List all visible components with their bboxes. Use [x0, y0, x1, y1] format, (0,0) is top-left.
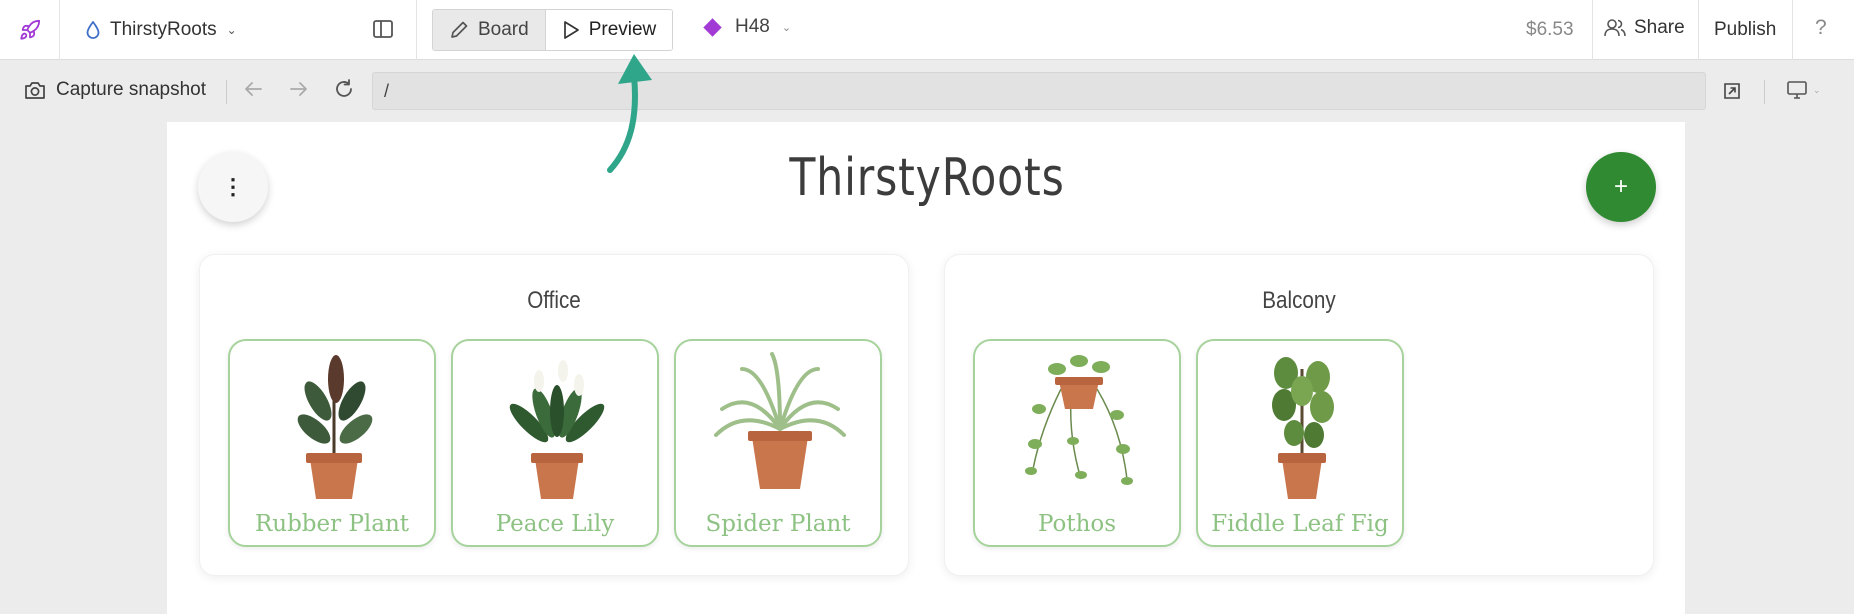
divider	[1792, 0, 1793, 60]
back-arrow-icon[interactable]	[242, 78, 264, 100]
camera-icon	[25, 82, 45, 99]
branch-selector[interactable]: H48 ⌄	[703, 16, 792, 38]
pothos-image	[1025, 355, 1133, 485]
help-button[interactable]: ?	[1815, 16, 1827, 40]
add-plant-button[interactable]: +	[1586, 152, 1656, 222]
capture-snapshot-button[interactable]: Capture snapshot	[24, 79, 206, 101]
spider-plant-image	[714, 352, 846, 489]
plant-name: Spider Plant	[705, 511, 851, 537]
tab-board[interactable]: Board	[433, 10, 545, 50]
rocket-icon	[19, 19, 40, 40]
plant-card-pothos[interactable]: Pothos	[973, 339, 1181, 547]
project-name: ThirstyRoots	[110, 18, 217, 40]
tab-preview[interactable]: Preview	[544, 10, 673, 50]
open-external-icon[interactable]	[1722, 81, 1742, 101]
fiddle-leaf-fig-image	[1272, 357, 1334, 499]
branch-name: H48	[735, 16, 770, 37]
credit-balance: $6.53	[1526, 19, 1574, 40]
divider	[226, 80, 227, 104]
group-balcony: Balcony Pothos Fiddle Leaf Fig	[944, 254, 1654, 576]
url-input[interactable]: /	[372, 72, 1706, 110]
home-button[interactable]	[0, 0, 60, 60]
tab-board-label: Board	[478, 19, 529, 40]
reload-icon[interactable]	[333, 78, 355, 100]
share-button[interactable]: Share	[1604, 17, 1685, 39]
plant-card-spider-plant[interactable]: Spider Plant	[674, 339, 882, 547]
tab-preview-label: Preview	[588, 19, 657, 40]
device-selector[interactable]: ⌄	[1786, 80, 1821, 100]
plant-card-fiddle-leaf-fig[interactable]: Fiddle Leaf Fig	[1196, 339, 1404, 547]
plant-card-rubber-plant[interactable]: Rubber Plant	[228, 339, 436, 547]
capture-snapshot-label: Capture snapshot	[56, 79, 206, 100]
plant-name: Peace Lily	[495, 511, 615, 537]
divider	[416, 0, 417, 60]
divider	[1698, 0, 1699, 60]
peace-lily-image	[509, 360, 605, 499]
plant-name: Fiddle Leaf Fig	[1211, 511, 1389, 537]
divider	[1764, 80, 1765, 104]
share-label: Share	[1634, 17, 1685, 38]
group-title: Balcony	[1262, 287, 1336, 314]
droplet-icon	[86, 20, 100, 39]
split-view-icon[interactable]	[372, 18, 394, 40]
rubber-plant-image	[297, 355, 373, 499]
plant-name: Rubber Plant	[254, 511, 410, 537]
divider	[1592, 0, 1593, 60]
plant-card-peace-lily[interactable]: Peace Lily	[451, 339, 659, 547]
pencil-icon	[451, 21, 468, 38]
chevron-down-icon: ⌄	[1813, 84, 1821, 95]
chevron-down-icon: ⌄	[781, 21, 792, 34]
group-office: Office Rubber Plant Peace Lily Spider Pl…	[199, 254, 909, 576]
publish-button[interactable]: Publish	[1714, 19, 1776, 41]
top-bar: ThirstyRoots ⌄	[0, 0, 1854, 60]
group-title: Office	[527, 287, 581, 314]
view-mode-toggle: Board Preview	[432, 9, 674, 51]
monitor-icon	[1787, 81, 1807, 99]
plant-name: Pothos	[1037, 511, 1117, 537]
users-icon	[1604, 19, 1626, 37]
annotation-arrow-icon	[607, 54, 652, 173]
app-title: ThirstyRoots	[789, 148, 1065, 208]
forward-arrow-icon[interactable]	[288, 78, 310, 100]
play-icon	[563, 21, 579, 39]
diamond-icon	[703, 17, 722, 37]
project-selector[interactable]: ThirstyRoots ⌄	[60, 0, 416, 60]
chevron-down-icon: ⌄	[226, 22, 237, 37]
